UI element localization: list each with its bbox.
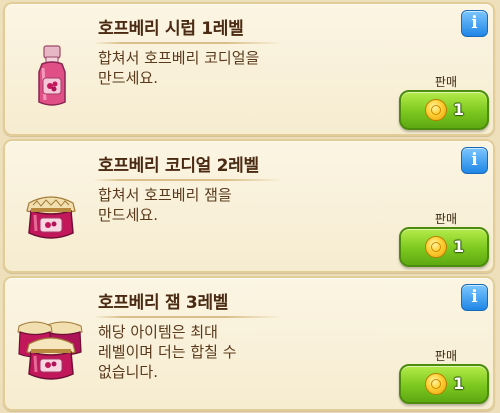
sell-button[interactable]: 1	[399, 364, 489, 404]
description-line: 합쳐서 호프베리 잼을	[98, 186, 232, 204]
item-title: 호프베리 잼 3레벨	[98, 293, 229, 313]
sell-label: 판매	[434, 349, 457, 363]
item-description: 합쳐서 호프베리 코디얼을 만드세요.	[98, 48, 259, 88]
item-title: 호프베리 시럽 1레벨	[98, 19, 244, 39]
item-card-jam: 호프베리 잼 3레벨 해당 아이템은 최대 레벨이며 더는 합칠 수 없습니다.…	[3, 276, 495, 411]
sell-price: 1	[453, 374, 465, 393]
sell-button[interactable]: 1	[399, 90, 489, 130]
description-line: 만드세요.	[98, 69, 158, 87]
coin-icon	[425, 373, 447, 395]
sell-label: 판매	[434, 75, 457, 89]
jam-jar-icon	[26, 196, 76, 239]
coin-icon	[425, 236, 447, 258]
sell-button[interactable]: 1	[399, 227, 489, 267]
title-divider	[93, 179, 283, 181]
sell-label: 판매	[434, 212, 457, 226]
item-card-cordial: 호프베리 코디얼 2레벨 합쳐서 호프베리 잼을 만드세요. i 판매 1	[3, 139, 495, 273]
syrup-bottle-icon	[38, 45, 66, 106]
item-description: 합쳐서 호프베리 잼을 만드세요.	[98, 185, 232, 225]
coin-icon	[425, 99, 447, 121]
item-title: 호프베리 코디얼 2레벨	[98, 156, 259, 176]
jam-jars-stack-icon	[17, 321, 83, 380]
sell-price: 1	[453, 100, 465, 119]
info-button[interactable]: i	[461, 10, 488, 37]
info-button[interactable]: i	[461, 284, 488, 311]
info-button[interactable]: i	[461, 147, 488, 174]
item-description: 해당 아이템은 최대 레벨이며 더는 합칠 수 없습니다.	[98, 322, 237, 382]
sell-price: 1	[453, 237, 465, 256]
description-line: 만드세요.	[98, 206, 158, 224]
description-line: 해당 아이템은 최대	[98, 323, 218, 341]
title-divider	[93, 42, 283, 44]
description-line: 합쳐서 호프베리 코디얼을	[98, 49, 260, 67]
description-line: 레벨이며 더는 합칠 수	[98, 343, 237, 361]
description-line: 없습니다.	[98, 363, 158, 381]
title-divider	[93, 316, 283, 318]
item-card-syrup: 호프베리 시럽 1레벨 합쳐서 호프베리 코디얼을 만드세요. i 판매 1	[3, 2, 495, 136]
